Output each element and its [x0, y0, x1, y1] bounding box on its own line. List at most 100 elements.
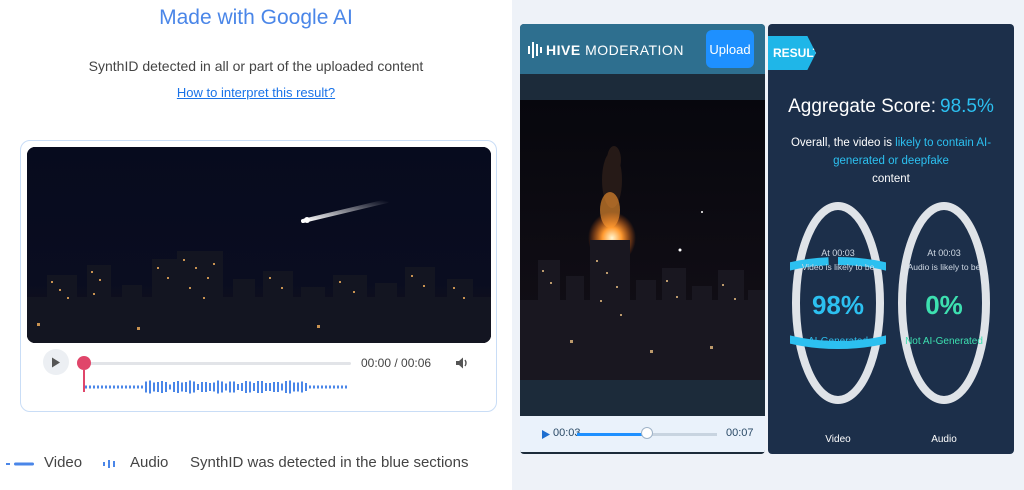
waveform-bar	[157, 382, 159, 392]
waveform-bar	[149, 380, 151, 394]
video-preview[interactable]	[27, 147, 491, 343]
waveform-bar	[333, 385, 335, 389]
waveform-bar	[253, 383, 255, 391]
video-score-ring: At 00:03 Video is likely to be 98% AI-Ge…	[790, 200, 886, 406]
waveform-bar	[229, 381, 231, 393]
waveform-bar	[121, 385, 123, 389]
video-verdict: AI-Generated	[807, 336, 869, 347]
night-skyline-image	[27, 147, 491, 343]
audio-likely-text: Audio is likely to be	[907, 262, 981, 272]
hive-player: HIVE MODERATION Upload 00:03 00:07	[520, 24, 765, 454]
page-title: Made with Google AI	[159, 6, 353, 29]
time-display: 00:00 / 00:06	[361, 356, 432, 370]
waveform-bar	[313, 385, 315, 389]
aggregate-score: Aggregate Score: 98.5%	[768, 96, 1014, 118]
waveform-bar	[277, 382, 279, 392]
waveform-bar	[89, 385, 91, 389]
waveform-bar	[301, 381, 303, 393]
waveform-bar	[297, 382, 299, 392]
seek-bar[interactable]	[83, 362, 351, 365]
synthid-waveform	[85, 380, 347, 394]
waveform-bar	[309, 385, 311, 389]
waveform-bar	[197, 384, 199, 390]
waveform-bar	[201, 382, 203, 392]
play-icon[interactable]	[542, 430, 550, 439]
waveform-bar	[305, 383, 307, 391]
audio-caption: Audio	[931, 434, 957, 445]
video-card: 00:00 / 00:06	[20, 140, 497, 412]
waveform-bar	[137, 385, 139, 389]
video-caption: Video	[825, 434, 851, 445]
video-percent: 98%	[811, 290, 865, 320]
hive-logo: HIVE MODERATION	[528, 42, 684, 58]
synthid-panel: Made with Google AI SynthID detected in …	[0, 0, 512, 490]
waveform-bar	[93, 385, 95, 389]
waveform-bar	[285, 381, 287, 393]
waveform-bar	[245, 381, 247, 393]
audio-score-ring: At 00:03 Audio is likely to be 0% Not AI…	[896, 200, 992, 406]
waveform-bar	[293, 382, 295, 392]
overall-suffix: content	[872, 173, 910, 185]
audio-timestamp: At 00:03	[927, 248, 961, 258]
waveform-bar	[205, 382, 207, 392]
waveform-bar	[257, 381, 259, 393]
interpret-link[interactable]: How to interpret this result?	[0, 85, 512, 100]
legend-note: SynthID was detected in the blue section…	[190, 454, 469, 471]
waveform-bar	[345, 385, 347, 389]
hive-panel: HIVE MODERATION Upload 00:03 00:07 RESUL…	[512, 0, 1024, 490]
waveform-bar	[225, 383, 227, 391]
waveform-bar	[125, 385, 127, 389]
aggregate-value: 98.5%	[940, 96, 994, 117]
waveform-bar	[129, 385, 131, 389]
audio-percent: 0%	[925, 290, 963, 320]
waveform-bar	[265, 383, 267, 391]
hive-seek-handle[interactable]	[641, 427, 653, 439]
volume-icon[interactable]	[454, 355, 470, 371]
play-button[interactable]	[43, 349, 69, 375]
waveform-bar	[321, 385, 323, 389]
total-time: 00:07	[726, 427, 754, 439]
playhead-handle[interactable]	[77, 356, 91, 370]
overall-verdict: Overall, the video is likely to contain …	[776, 134, 1006, 188]
waveform-bar	[133, 385, 135, 389]
play-icon	[52, 357, 60, 367]
hive-logo-icon	[528, 42, 542, 58]
waveform-bar	[341, 385, 343, 389]
waveform-bar	[97, 385, 99, 389]
waveform-bar	[105, 385, 107, 389]
hive-seek-progress	[577, 433, 647, 436]
waveform-bar	[185, 382, 187, 392]
waveform-bar	[101, 385, 103, 389]
waveform-bar	[273, 382, 275, 392]
waveform-bar	[109, 385, 111, 389]
waveform-bar	[329, 385, 331, 389]
waveform-bar	[213, 382, 215, 392]
waveform-bar	[249, 381, 251, 393]
legend-video-label: Video	[44, 454, 83, 471]
waveform-bar	[153, 382, 155, 392]
hive-logo-rest: MODERATION	[585, 42, 684, 58]
waveform-bar	[169, 384, 171, 390]
burning-tower-image	[520, 100, 765, 380]
hive-video-preview[interactable]	[520, 100, 765, 380]
waveform-bar	[269, 383, 271, 391]
waveform-bar	[209, 383, 211, 391]
waveform-bar	[113, 385, 115, 389]
waveform-bar	[233, 381, 235, 393]
waveform-bar	[221, 381, 223, 393]
result-tag: RESULT	[768, 36, 816, 70]
upload-button[interactable]: Upload	[706, 30, 754, 68]
overall-prefix: Overall, the video is	[790, 137, 896, 149]
waveform-bar	[117, 385, 119, 389]
waveform-bar	[85, 385, 87, 389]
result-panel: RESULT Aggregate Score: 98.5% Overall, th…	[768, 24, 1014, 454]
waveform-bar	[337, 385, 339, 389]
aggregate-label: Aggregate Score:	[788, 96, 936, 117]
waveform-bar	[165, 382, 167, 392]
waveform-bar	[173, 382, 175, 392]
waveform-bar	[261, 381, 263, 393]
hive-logo-bold: HIVE	[546, 42, 581, 58]
video-legend-icon	[6, 462, 34, 466]
waveform-bar	[289, 380, 291, 394]
waveform-bar	[317, 385, 319, 389]
